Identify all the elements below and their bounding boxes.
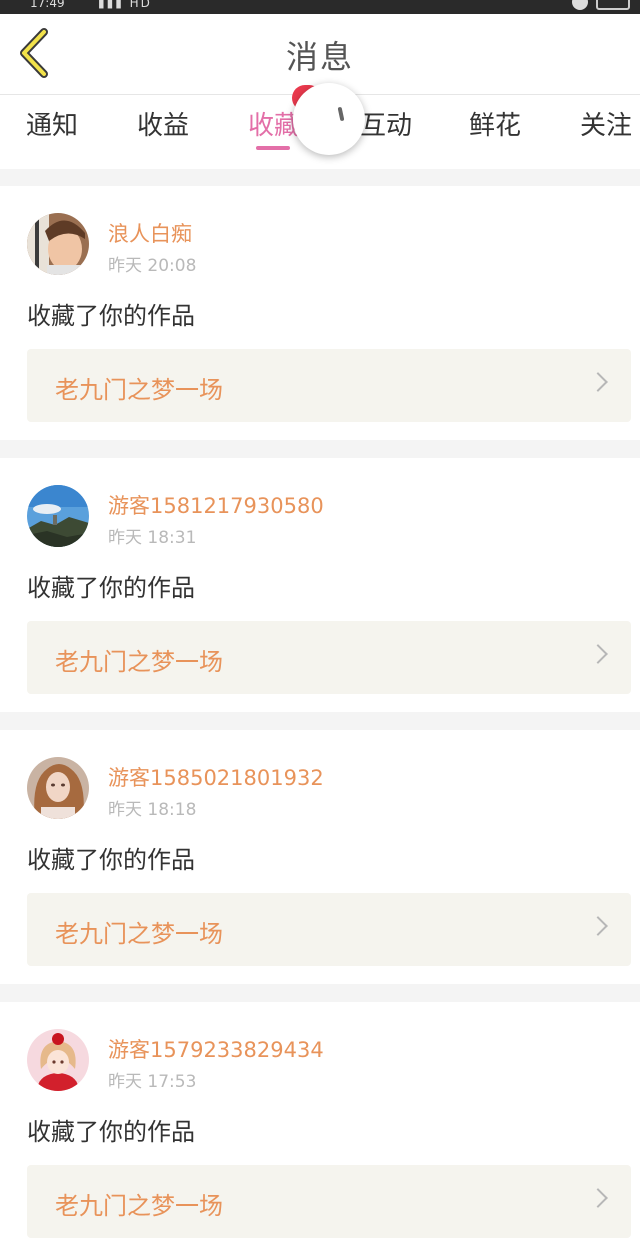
chevron-right-icon <box>588 644 608 664</box>
username[interactable]: 游客1581217930580 <box>108 490 324 520</box>
username[interactable]: 浪人白痴 <box>108 218 192 248</box>
work-link[interactable]: 老九门之梦一场 <box>27 893 631 966</box>
username[interactable]: 游客1585021801932 <box>108 762 324 792</box>
notification-text: 收藏了你的作品 <box>27 302 195 330</box>
tab-bar: 通知 收益 收藏 互动 鲜花 关注 <box>0 83 640 169</box>
work-link[interactable]: 老九门之梦一场 <box>27 1165 631 1238</box>
page-title: 消息 <box>285 38 354 76</box>
status-time: 17:49 <box>30 0 65 10</box>
timestamp: 昨天 18:18 <box>108 800 197 820</box>
work-title: 老九门之梦一场 <box>55 648 223 676</box>
tab-earnings[interactable]: 收益 <box>137 105 189 145</box>
tab-following[interactable]: 关注 <box>580 105 632 145</box>
work-title: 老九门之梦一场 <box>55 1192 223 1220</box>
tab-flowers[interactable]: 鲜花 <box>469 105 521 145</box>
signal-icon: ▮▮▮ HD <box>98 0 152 10</box>
avatar[interactable] <box>27 757 89 819</box>
timestamp: 昨天 20:08 <box>108 256 197 276</box>
list-item: 游客1579233829434 昨天 17:53 收藏了你的作品 老九门之梦一场 <box>0 1002 640 1256</box>
list-item: 浪人白痴 昨天 20:08 收藏了你的作品 老九门之梦一场 <box>0 186 640 440</box>
loading-spinner-icon <box>293 83 365 155</box>
notification-text: 收藏了你的作品 <box>27 846 195 874</box>
avatar[interactable] <box>27 1029 89 1091</box>
username[interactable]: 游客1579233829434 <box>108 1034 324 1064</box>
list-item: 游客1581217930580 昨天 18:31 收藏了你的作品 老九门之梦一场 <box>0 458 640 712</box>
timestamp: 昨天 17:53 <box>108 1072 197 1092</box>
chevron-right-icon <box>588 1188 608 1208</box>
notification-text: 收藏了你的作品 <box>27 574 195 602</box>
work-title: 老九门之梦一场 <box>55 376 223 404</box>
work-title: 老九门之梦一场 <box>55 920 223 948</box>
active-tab-indicator <box>256 146 290 150</box>
list-item: 游客1585021801932 昨天 18:18 收藏了你的作品 老九门之梦一场 <box>0 730 640 984</box>
tab-notifications[interactable]: 通知 <box>26 105 78 145</box>
tab-interactions[interactable]: 互动 <box>360 105 412 145</box>
work-link[interactable]: 老九门之梦一场 <box>27 349 631 422</box>
status-bar: 17:49 ▮▮▮ HD <box>0 0 640 14</box>
avatar[interactable] <box>27 485 89 547</box>
chevron-right-icon <box>588 372 608 392</box>
work-link[interactable]: 老九门之梦一场 <box>27 621 631 694</box>
status-indicator-icon <box>572 0 588 10</box>
timestamp: 昨天 18:31 <box>108 528 197 548</box>
battery-icon <box>596 0 630 10</box>
chevron-right-icon <box>588 916 608 936</box>
tab-favorites[interactable]: 收藏 <box>248 105 300 145</box>
avatar[interactable] <box>27 213 89 275</box>
app-header: 消息 <box>0 14 640 95</box>
notification-text: 收藏了你的作品 <box>27 1118 195 1146</box>
